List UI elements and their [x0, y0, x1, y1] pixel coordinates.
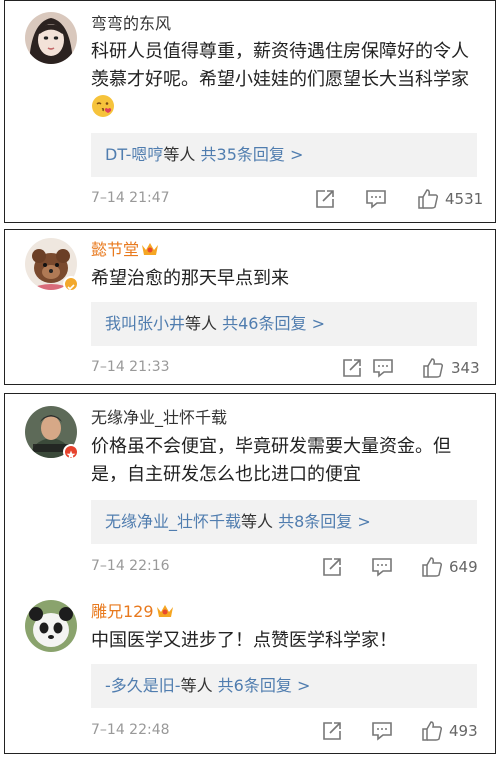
like-count: 4531 — [445, 190, 484, 208]
reply-users[interactable]: 无缘净业_壮怀千载 — [105, 512, 241, 531]
avatar[interactable] — [25, 600, 77, 652]
like-icon[interactable] — [421, 556, 443, 578]
timestamp: 7–14 22:16 — [91, 558, 170, 574]
comment-text: 希望治愈的那天早点到来 — [91, 268, 289, 289]
verified-badge-icon — [63, 276, 79, 292]
reply-users[interactable]: 我叫张小井 — [105, 314, 185, 333]
comment-icon[interactable] — [371, 556, 393, 578]
verified-badge-icon — [63, 444, 79, 460]
comment-text: 价格虽不会便宜，毕竟研发需要大量资金。但是，自主研发怎么也比进口的便宜 — [91, 436, 451, 485]
reply-summary[interactable]: 我叫张小井等人 共46条回复 > — [91, 302, 477, 346]
share-icon[interactable] — [341, 357, 363, 379]
reply-summary[interactable]: DT-嗯哼等人 共35条回复 > — [91, 133, 477, 177]
reply-count-link[interactable]: 共8条回复 > — [278, 512, 371, 531]
comment-text-content: 科研人员值得尊重，薪资待遇住房保障好的令人羡慕才好呢。希望小娃娃的们愿望长大当科… — [91, 41, 469, 90]
comment-text: 科研人员值得尊重，薪资待遇住房保障好的令人羡慕才好呢。希望小娃娃的们愿望长大当科… — [91, 38, 477, 123]
like-count: 649 — [449, 558, 478, 576]
share-icon[interactable] — [314, 188, 336, 210]
comment-card: 懿节堂 希望治愈的那天早点到来 我叫张小井等人 共46条回复 > 7–14 21… — [4, 229, 496, 385]
username[interactable]: 弯弯的东风 — [91, 14, 171, 34]
username[interactable]: 懿节堂 — [91, 240, 159, 260]
reply-users[interactable]: -多久是旧- — [105, 676, 181, 695]
crown-icon — [141, 241, 159, 257]
comment-card: 弯弯的东风 科研人员值得尊重，薪资待遇住房保障好的令人羡慕才好呢。希望小娃娃的们… — [4, 0, 496, 223]
username[interactable]: 雕兄129 — [91, 602, 174, 622]
username-text: 雕兄129 — [91, 602, 154, 621]
like-count: 493 — [449, 722, 478, 740]
crown-icon — [156, 603, 174, 619]
share-icon[interactable] — [321, 720, 343, 742]
reply-users[interactable]: DT-嗯哼 — [105, 145, 163, 164]
reply-summary[interactable]: 无缘净业_壮怀千载等人 共8条回复 > — [91, 500, 477, 544]
username[interactable]: 无缘净业_壮怀千载 — [91, 408, 227, 428]
reply-count-link[interactable]: 共46条回复 > — [222, 314, 325, 333]
kiss-emoji-icon — [91, 94, 115, 118]
like-icon[interactable] — [422, 357, 444, 379]
like-icon[interactable] — [417, 188, 439, 210]
reply-mid: 等人 — [180, 676, 213, 695]
comment-icon[interactable] — [365, 188, 387, 210]
comment-icon[interactable] — [371, 720, 393, 742]
reply-mid: 等人 — [241, 512, 274, 531]
share-icon[interactable] — [321, 556, 343, 578]
reply-count-link[interactable]: 共35条回复 > — [201, 145, 304, 164]
comment-card: 无缘净业_壮怀千载 价格虽不会便宜，毕竟研发需要大量资金。但是，自主研发怎么也比… — [4, 393, 496, 754]
username-text: 懿节堂 — [91, 240, 140, 259]
timestamp: 7–14 22:48 — [91, 722, 170, 738]
reply-mid: 等人 — [185, 314, 218, 333]
like-count: 343 — [451, 359, 480, 377]
avatar[interactable] — [25, 12, 77, 64]
reply-mid: 等人 — [163, 145, 196, 164]
comment-text: 中国医学又进步了！点赞医学科学家！ — [91, 630, 397, 651]
comment-icon[interactable] — [372, 357, 394, 379]
timestamp: 7–14 21:33 — [91, 359, 170, 375]
reply-summary[interactable]: -多久是旧-等人 共6条回复 > — [91, 664, 477, 708]
timestamp: 7–14 21:47 — [91, 190, 170, 206]
reply-count-link[interactable]: 共6条回复 > — [218, 676, 311, 695]
like-icon[interactable] — [421, 720, 443, 742]
